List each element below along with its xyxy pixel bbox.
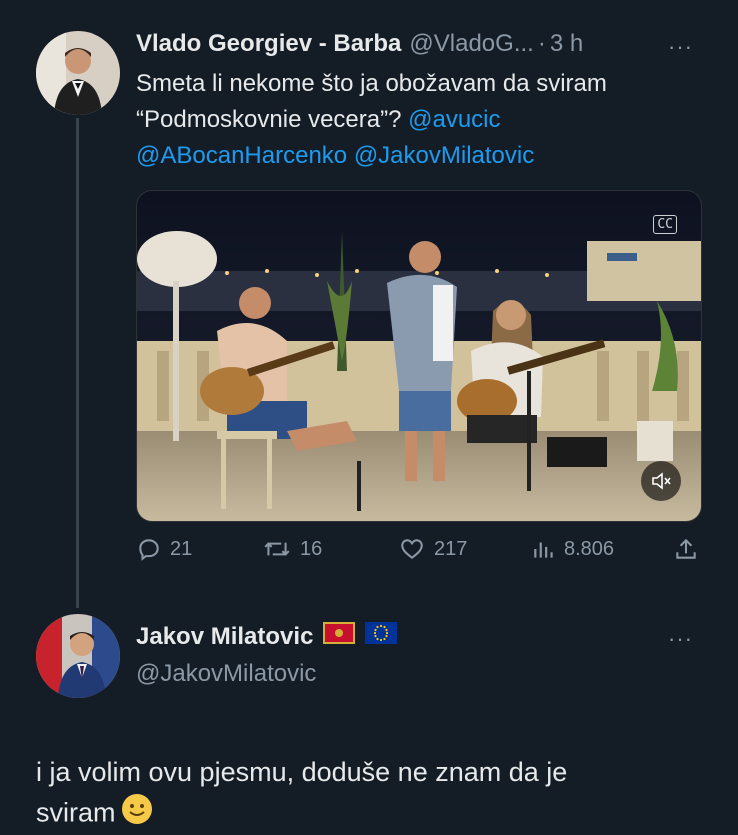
tweet1-text-quote: “Podmoskovnie vecera”? bbox=[136, 106, 409, 133]
mention-jakovmilatovic[interactable]: @JakovMilatovic bbox=[354, 142, 534, 169]
tweet2-text-line2: sviram bbox=[36, 797, 116, 828]
eu-flag-icon bbox=[365, 622, 398, 651]
tweet2-author-name[interactable]: Jakov Milatovic bbox=[136, 623, 313, 651]
tweet1-actions: 21 16 217 8.806 bbox=[136, 536, 702, 570]
video-still bbox=[137, 191, 701, 521]
tweet1-video[interactable]: CC bbox=[136, 190, 702, 522]
smile-emoji-icon bbox=[120, 792, 154, 835]
tweet2-author-row: Jakov Milatovic bbox=[136, 622, 398, 651]
reply-icon bbox=[139, 539, 159, 561]
tweet1-text: Smeta li nekome što ja obožavam da svira… bbox=[136, 66, 706, 174]
tweet2-text: i ja volim ovu pjesmu, doduše ne znam da… bbox=[36, 752, 716, 835]
thread-line bbox=[76, 118, 79, 608]
reply-count: 21 bbox=[170, 537, 193, 560]
views-icon bbox=[534, 542, 553, 558]
like-count: 217 bbox=[434, 537, 468, 560]
tweet1-text-line3: @ABocanHarcenko @JakovMilatovic bbox=[136, 138, 706, 174]
avatar-vlado[interactable] bbox=[36, 31, 120, 115]
tweet2-text-line2-row: sviram bbox=[36, 792, 716, 835]
more-icon[interactable]: ··· bbox=[668, 626, 693, 652]
tweet1-author-handle[interactable]: @VladoG... bbox=[409, 30, 533, 58]
tweet1-author-name[interactable]: Vlado Georgiev - Barba bbox=[136, 30, 401, 58]
reply-button[interactable]: 21 bbox=[136, 536, 192, 562]
avatar-jakov[interactable] bbox=[36, 614, 120, 698]
like-button[interactable]: 217 bbox=[398, 536, 467, 562]
share-button[interactable] bbox=[674, 536, 706, 562]
views-count: 8.806 bbox=[564, 537, 615, 560]
retweet-button[interactable]: 16 bbox=[262, 536, 322, 562]
retweet-icon bbox=[264, 542, 290, 556]
mute-icon bbox=[652, 472, 671, 490]
tweet2-text-line1: i ja volim ovu pjesmu, doduše ne znam da… bbox=[36, 757, 568, 787]
mute-button[interactable] bbox=[641, 461, 681, 501]
more-icon[interactable]: ··· bbox=[668, 34, 693, 60]
views-button[interactable]: 8.806 bbox=[532, 536, 614, 562]
tweet2-author-handle[interactable]: @JakovMilatovic bbox=[136, 660, 316, 688]
mention-abocanharcenko[interactable]: @ABocanHarcenko bbox=[136, 142, 347, 169]
tweet1-header: Vlado Georgiev - Barba @VladoG... · 3 h bbox=[136, 30, 716, 58]
tweet1-time[interactable]: 3 h bbox=[550, 30, 583, 58]
retweet-count: 16 bbox=[300, 537, 323, 560]
separator-dot: · bbox=[537, 30, 546, 57]
tweet1-text-line2: “Podmoskovnie vecera”? @avucic bbox=[136, 102, 706, 138]
closed-captions-icon[interactable]: CC bbox=[653, 215, 677, 234]
tweet1-text-line1: Smeta li nekome što ja obožavam da svira… bbox=[136, 70, 607, 97]
like-icon bbox=[401, 539, 423, 559]
share-icon bbox=[676, 538, 696, 559]
mention-avucic[interactable]: @avucic bbox=[408, 106, 500, 133]
montenegro-flag-icon bbox=[323, 622, 356, 651]
